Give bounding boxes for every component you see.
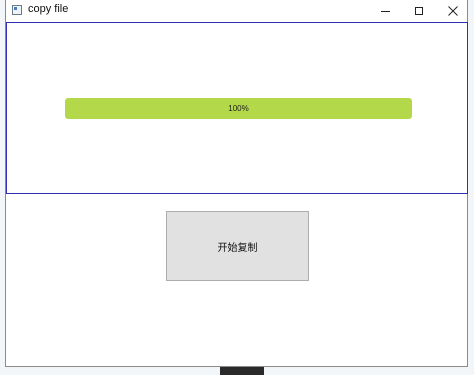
progress-panel: 100% [6,22,468,194]
close-button[interactable] [438,0,468,22]
progress-label: 100% [228,104,249,113]
minimize-icon [380,10,390,12]
close-icon [448,6,458,16]
start-copy-button[interactable]: 开始复制 [166,211,309,281]
title-bar[interactable]: copy file [6,0,467,22]
app-window: copy file 100% 开始复制 [5,0,468,367]
desktop-background-right [467,0,474,375]
window-title: copy file [28,3,69,15]
taskbar-fragment [220,367,264,375]
desktop-background-bottom [0,367,474,375]
minimize-button[interactable] [370,0,400,22]
progress-bar: 100% [65,98,412,119]
window-app-icon[interactable] [12,5,22,15]
maximize-button[interactable] [404,0,434,22]
maximize-icon [415,7,423,15]
